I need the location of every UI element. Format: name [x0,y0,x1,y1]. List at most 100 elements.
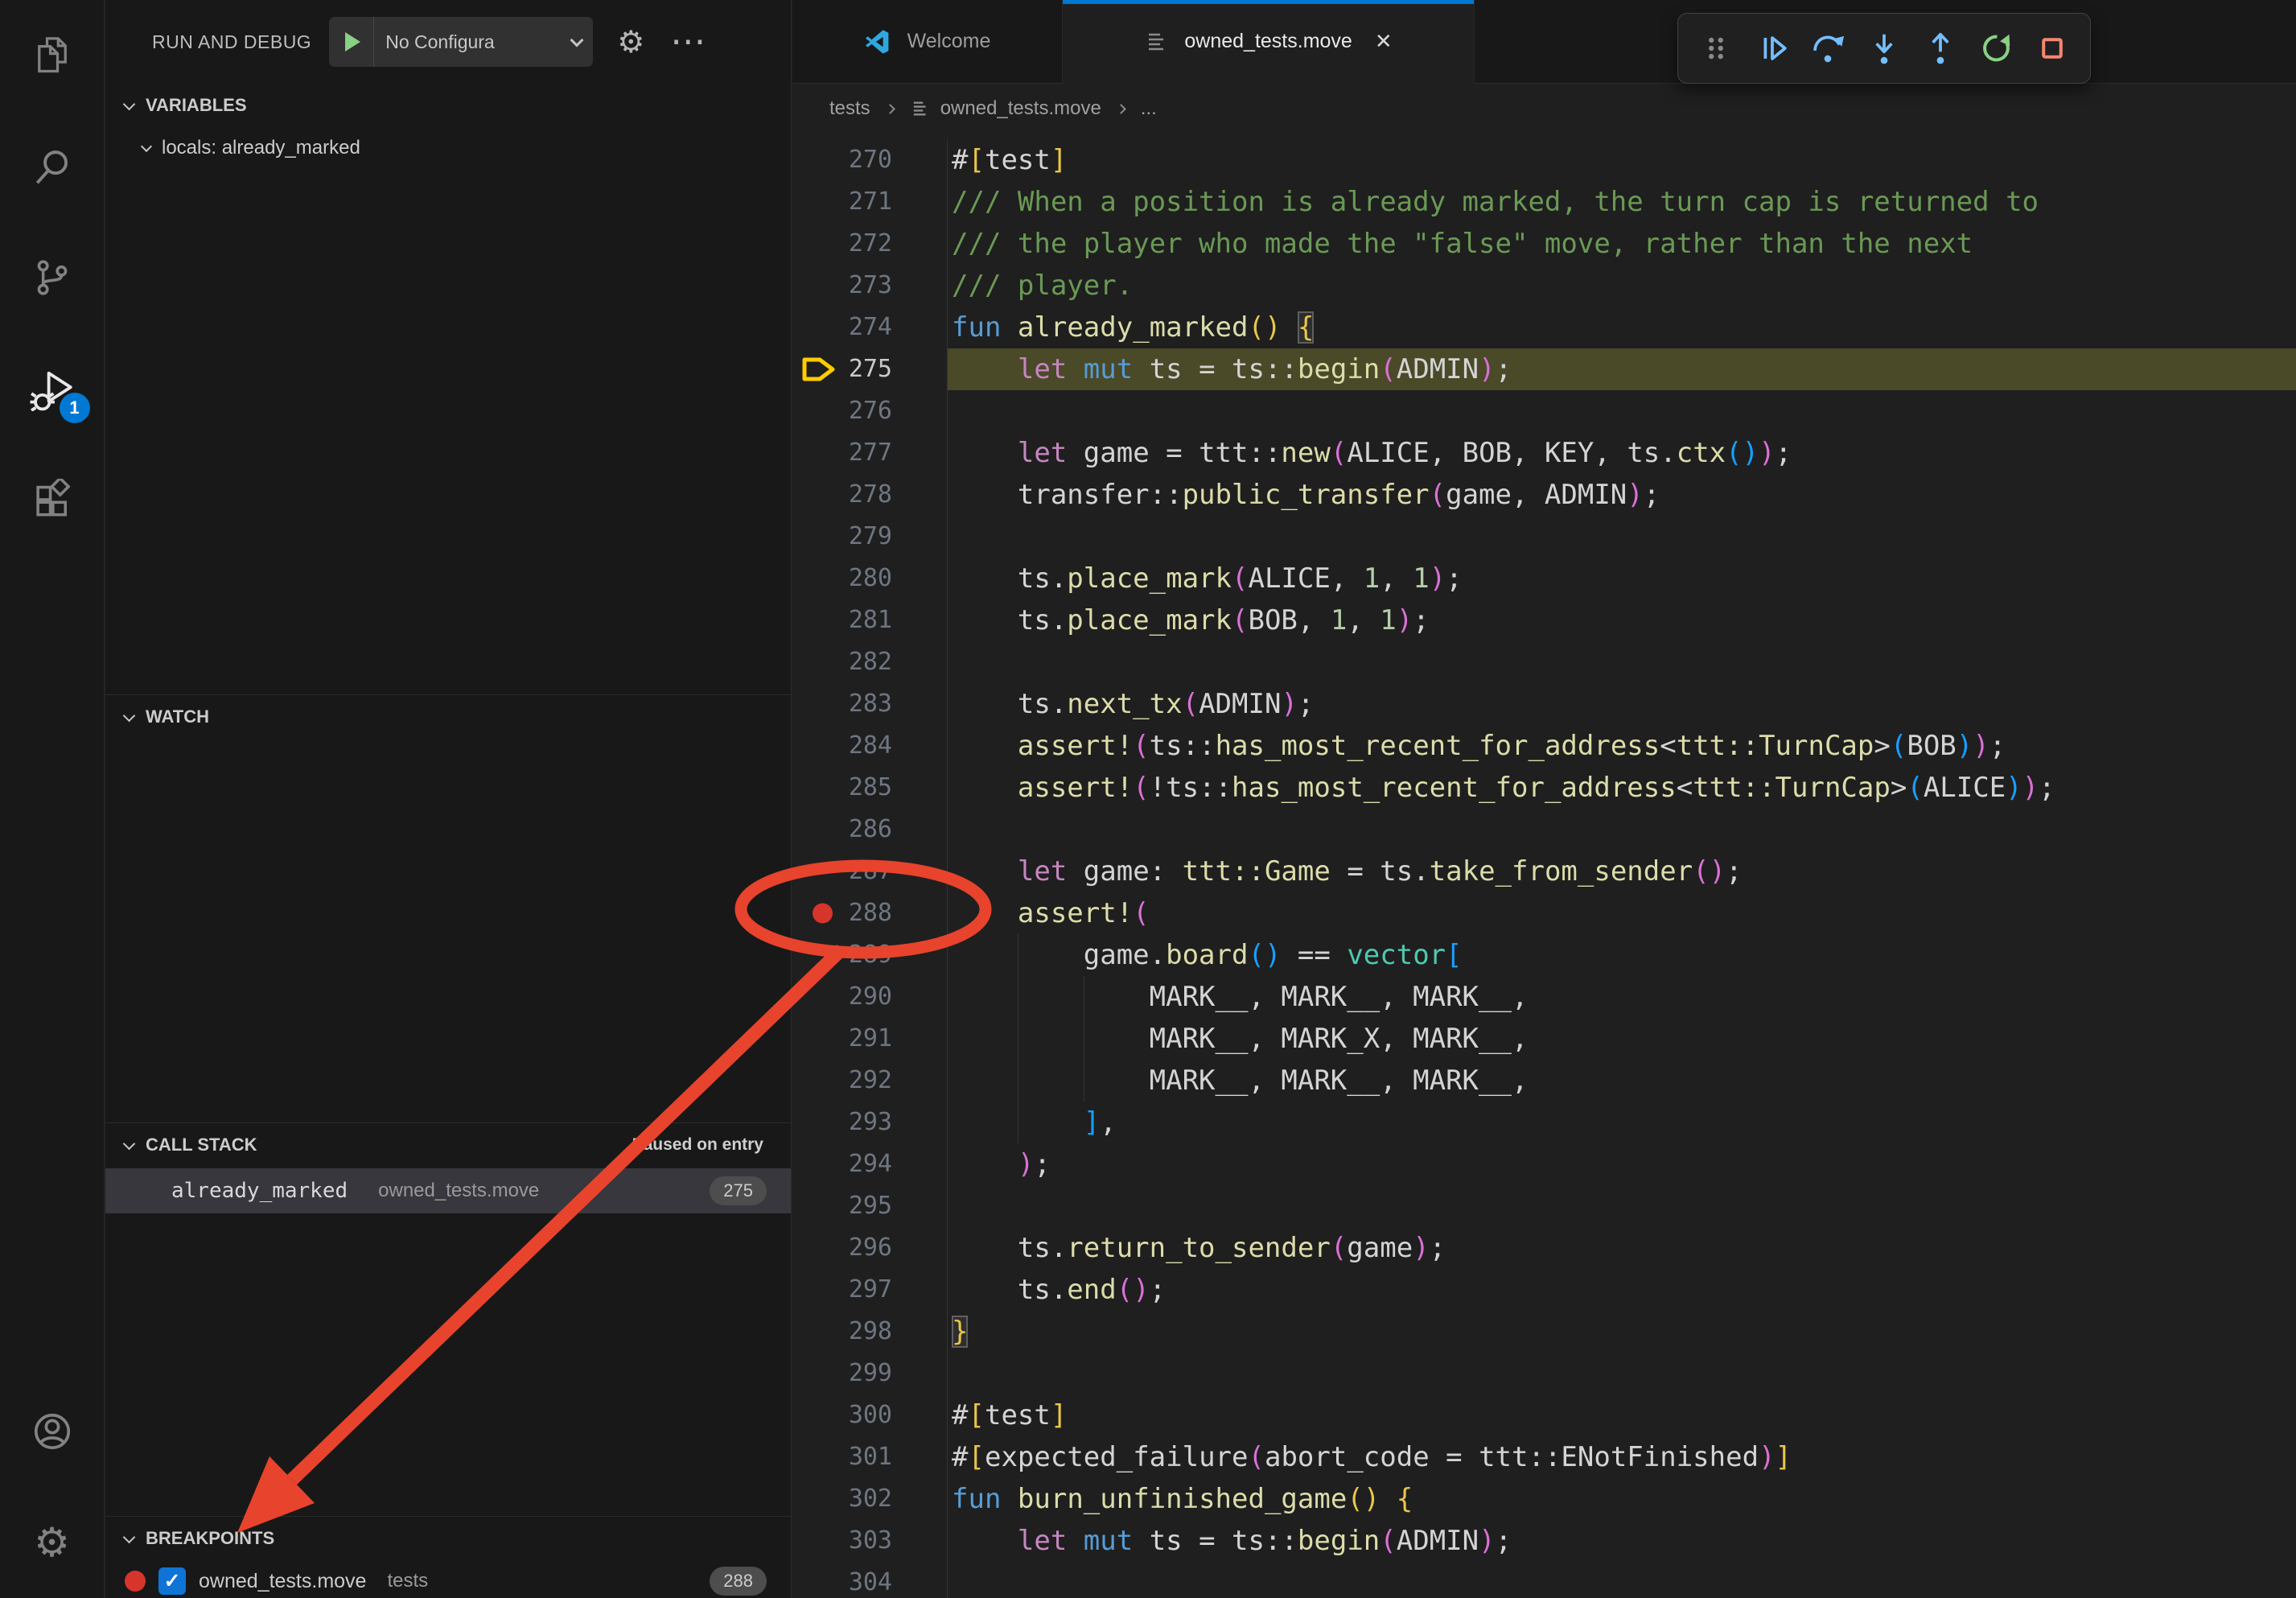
launch-config-dropdown[interactable]: No Configura [329,17,593,67]
code-line[interactable]: 284 assert!(ts::has_most_recent_for_addr… [792,725,2296,767]
code-line[interactable]: 296 ts.return_to_sender(game); [792,1227,2296,1269]
breadcrumb-file[interactable]: owned_tests.move [940,97,1101,120]
code-line-content[interactable]: ts.end(); [947,1269,2296,1311]
gutter-glyph-margin[interactable] [792,1269,839,1311]
code-area[interactable]: 270#[test]271/// When a position is alre… [792,134,2296,1598]
tab-welcome[interactable]: Welcome [792,0,1063,83]
call-stack-section-header[interactable]: CALL STACK Paused on entry [105,1123,791,1167]
code-line[interactable]: 291 MARK__, MARK_X, MARK__, [792,1018,2296,1060]
code-line[interactable]: 304 [792,1562,2296,1598]
line-number[interactable]: 291 [839,1018,892,1060]
code-line-content[interactable]: /// the player who made the "false" move… [947,223,2296,265]
code-line[interactable]: 287 let game: ttt::Game = ts.take_from_s… [792,850,2296,892]
gutter-glyph-margin[interactable] [792,348,839,390]
code-line-content[interactable]: let game: ttt::Game = ts.take_from_sende… [947,850,2296,892]
line-number[interactable]: 279 [839,516,892,558]
code-line[interactable]: 303 let mut ts = ts::begin(ADMIN); [792,1520,2296,1562]
code-line[interactable]: 279 [792,516,2296,558]
gutter-glyph-margin[interactable] [792,641,839,683]
variables-scope-row[interactable]: locals: already_marked [105,127,791,169]
code-line-content[interactable]: ts.next_tx(ADMIN); [947,683,2296,725]
gutter-glyph-margin[interactable] [792,516,839,558]
code-line[interactable]: 281 ts.place_mark(BOB, 1, 1); [792,599,2296,641]
code-line-content[interactable]: ts.place_mark(ALICE, 1, 1); [947,558,2296,599]
gutter-glyph-margin[interactable] [792,1353,839,1394]
line-number[interactable]: 284 [839,725,892,767]
code-line-content[interactable]: #[expected_failure(abort_code = ttt::ENo… [947,1436,2296,1478]
run-and-debug-icon[interactable]: 1 [0,333,105,444]
gutter-glyph-margin[interactable] [792,1102,839,1143]
line-number[interactable]: 294 [839,1143,892,1185]
line-number[interactable]: 292 [839,1060,892,1102]
code-line[interactable]: 290 MARK__, MARK__, MARK__, [792,976,2296,1018]
line-number[interactable]: 275 [839,348,892,390]
search-icon[interactable] [0,111,105,222]
gutter-glyph-margin[interactable] [792,725,839,767]
step-out-button[interactable] [1922,30,1959,67]
code-line-content[interactable] [947,390,2296,432]
code-line[interactable]: 276 [792,390,2296,432]
line-number[interactable]: 278 [839,474,892,516]
extensions-icon[interactable] [0,444,105,555]
breakpoint-checkbox[interactable] [158,1567,186,1595]
line-number[interactable]: 303 [839,1520,892,1562]
gutter-glyph-margin[interactable] [792,139,839,181]
explorer-icon[interactable] [0,0,105,111]
code-line[interactable]: 282 [792,641,2296,683]
line-number[interactable]: 283 [839,683,892,725]
start-debug-icon[interactable] [345,32,360,51]
code-line-content[interactable] [947,516,2296,558]
line-number[interactable]: 295 [839,1185,892,1227]
code-line[interactable]: 295 [792,1185,2296,1227]
watch-section-header[interactable]: WATCH [105,695,791,739]
code-line[interactable]: 274fun already_marked() { [792,307,2296,348]
code-line[interactable]: 299 [792,1353,2296,1394]
code-line-content[interactable]: let mut ts = ts::begin(ADMIN); [947,1520,2296,1562]
code-line[interactable]: 302fun burn_unfinished_game() { [792,1478,2296,1520]
gutter-glyph-margin[interactable] [792,390,839,432]
line-number[interactable]: 273 [839,265,892,307]
line-number[interactable]: 277 [839,432,892,474]
line-number[interactable]: 281 [839,599,892,641]
gutter-glyph-margin[interactable] [792,767,839,809]
gutter-glyph-margin[interactable] [792,181,839,223]
code-line-content[interactable]: } [947,1311,2296,1353]
line-number[interactable]: 300 [839,1394,892,1436]
breadcrumb-folder[interactable]: tests [829,97,870,120]
gutter-glyph-margin[interactable] [792,1227,839,1269]
debug-settings-gear-icon[interactable] [617,24,644,60]
code-line-content[interactable]: #[test] [947,139,2296,181]
settings-gear-icon[interactable] [0,1487,105,1598]
gutter-glyph-margin[interactable] [792,599,839,641]
code-line-content[interactable]: #[test] [947,1394,2296,1436]
code-line[interactable]: 300 #[test] [792,1394,2296,1436]
code-line-content[interactable] [947,1353,2296,1394]
line-number[interactable]: 271 [839,181,892,223]
code-line[interactable]: 297 ts.end(); [792,1269,2296,1311]
gutter-glyph-margin[interactable] [792,1060,839,1102]
line-number[interactable]: 304 [839,1562,892,1598]
breakpoint-row[interactable]: owned_tests.move tests 288 [105,1560,791,1598]
gutter-glyph-margin[interactable] [792,1436,839,1478]
line-number[interactable]: 297 [839,1269,892,1311]
line-number[interactable]: 288 [839,892,892,934]
gutter-glyph-margin[interactable] [792,850,839,892]
code-line[interactable]: 301#[expected_failure(abort_code = ttt::… [792,1436,2296,1478]
code-line[interactable]: 277 let game = ttt::new(ALICE, BOB, KEY,… [792,432,2296,474]
drag-grip-icon[interactable] [1697,30,1734,67]
code-line[interactable]: 275 let mut ts = ts::begin(ADMIN); [792,348,2296,390]
line-number[interactable]: 272 [839,223,892,265]
tab-owned-tests-move[interactable]: owned_tests.move [1063,0,1475,84]
code-line-content[interactable]: game.board() == vector[ [947,934,2296,976]
line-number[interactable]: 299 [839,1353,892,1394]
gutter-glyph-margin[interactable] [792,1185,839,1227]
code-line-content[interactable]: /// When a position is already marked, t… [947,181,2296,223]
line-number[interactable]: 285 [839,767,892,809]
breakpoints-section-header[interactable]: BREAKPOINTS [105,1517,791,1560]
line-number[interactable]: 302 [839,1478,892,1520]
code-line[interactable]: 286 [792,809,2296,850]
gutter-glyph-margin[interactable] [792,558,839,599]
line-number[interactable]: 282 [839,641,892,683]
variables-section-header[interactable]: VARIABLES [105,84,791,127]
restart-button[interactable] [1977,30,2014,67]
